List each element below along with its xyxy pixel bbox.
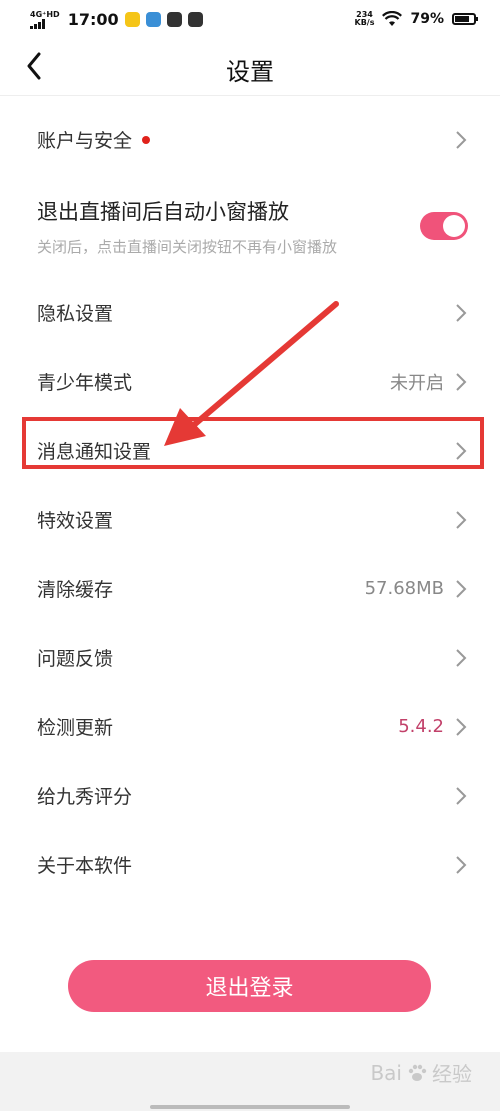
settings-item-label: 青少年模式 [37, 372, 133, 394]
settings-item-label: 隐私设置 [37, 303, 114, 325]
chevron-right-icon [456, 372, 467, 391]
chevron-right-icon [456, 130, 467, 149]
battery-percent: 79% [410, 11, 444, 27]
play-app-icon [166, 11, 182, 27]
status-time: 17:00 [67, 9, 119, 29]
settings-item-teen-mode[interactable]: 青少年模式 未开启 [0, 347, 500, 416]
cache-size: 57.68MB [364, 578, 444, 599]
settings-item-label: 问题反馈 [37, 648, 114, 670]
settings-item-label: 关于本软件 [37, 855, 133, 877]
logout-button[interactable]: 退出登录 [68, 960, 431, 1012]
paw-logo-icon [408, 1064, 427, 1081]
settings-item-check-update[interactable]: 检测更新 5.4.2 [0, 692, 500, 761]
settings-item-description: 关闭后，点击直播间关闭按钮不再有小窗播放 [37, 237, 338, 256]
wifi-icon [382, 11, 403, 26]
page-title: 设置 [226, 58, 274, 86]
settings-item-label: 消息通知设置 [37, 441, 152, 463]
chevron-right-icon [456, 855, 467, 874]
settings-item-label: 特效设置 [37, 510, 114, 532]
settings-item-label: 账户与安全 [37, 130, 133, 152]
chevron-right-icon [456, 579, 467, 598]
settings-item-rate-app[interactable]: 给九秀评分 [0, 761, 500, 830]
battery-icon [452, 13, 478, 25]
app-version: 5.4.2 [398, 716, 444, 737]
toggle-knob [443, 215, 465, 237]
chevron-right-icon [456, 441, 467, 460]
chevron-right-icon [456, 510, 467, 529]
teen-mode-status: 未开启 [390, 372, 444, 394]
navigation-bar: 设置 [0, 38, 500, 96]
settings-item-account-security[interactable]: 账户与安全 [0, 105, 500, 174]
settings-item-auto-mini-window: 退出直播间后自动小窗播放 关闭后，点击直播间关闭按钮不再有小窗播放 [0, 174, 500, 278]
unread-dot-badge [142, 135, 151, 144]
settings-item-effects[interactable]: 特效设置 [0, 485, 500, 554]
settings-item-label: 清除缓存 [37, 579, 114, 601]
settings-item-label: 退出直播间后自动小窗播放 [37, 199, 289, 224]
baidu-watermark: Bai 经验 [370, 1058, 472, 1087]
auto-mini-window-toggle[interactable] [420, 212, 468, 240]
settings-item-clear-cache[interactable]: 清除缓存 57.68MB [0, 554, 500, 623]
status-bar: 4G⁺HD 17:00 234 KB/s 79% [0, 0, 500, 38]
home-indicator[interactable] [150, 1105, 350, 1109]
settings-item-notifications[interactable]: 消息通知设置 [0, 416, 500, 485]
settings-item-label: 给九秀评分 [37, 786, 133, 808]
chevron-right-icon [456, 717, 467, 736]
settings-item-label: 检测更新 [37, 717, 114, 739]
notification-app-icon [145, 11, 161, 27]
signal-icon [30, 18, 60, 29]
chevron-right-icon [456, 303, 467, 322]
watermark-suffix: 经验 [432, 1062, 472, 1086]
net-speed: 234 KB/s [355, 11, 375, 27]
network-label: 4G⁺HD [30, 9, 60, 19]
watermark-brand: Bai [370, 1060, 402, 1085]
chevron-right-icon [456, 648, 467, 667]
settings-item-feedback[interactable]: 问题反馈 [0, 623, 500, 692]
settings-item-privacy[interactable]: 隐私设置 [0, 278, 500, 347]
chevron-right-icon [456, 786, 467, 805]
notification-app-icon [124, 11, 140, 27]
network-indicator: 4G⁺HD [30, 10, 60, 29]
play-app-icon [187, 11, 203, 27]
net-speed-unit: KB/s [354, 18, 375, 27]
settings-item-about[interactable]: 关于本软件 [0, 830, 500, 899]
battery-fill [455, 16, 470, 22]
settings-list: 账户与安全 退出直播间后自动小窗播放 关闭后，点击直播间关闭按钮不再有小窗播放 … [0, 105, 500, 899]
